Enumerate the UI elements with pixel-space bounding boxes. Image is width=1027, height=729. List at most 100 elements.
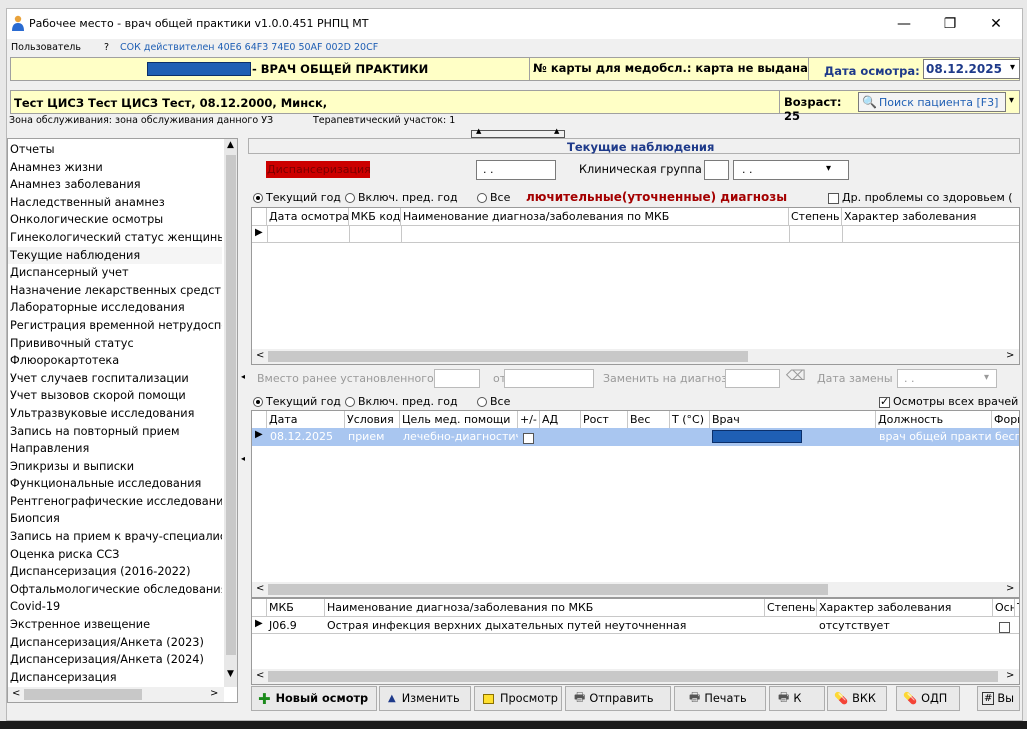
sidebar-item[interactable]: Учет вызовов скорой помощи bbox=[8, 387, 222, 405]
sidebar-item[interactable]: Гинекологический статус женщины bbox=[8, 229, 222, 247]
radio-all[interactable]: Все bbox=[477, 191, 510, 204]
col-icd-diagnosis-name[interactable]: Наименование диагноза/заболевания по МКБ bbox=[325, 599, 765, 616]
scroll-right-icon[interactable]: > bbox=[210, 688, 218, 699]
col-exam-date[interactable]: Дата осмотра bbox=[267, 208, 349, 225]
sidebar-item[interactable]: Флюорокартотека bbox=[8, 352, 222, 370]
col-form[interactable]: Форм bbox=[992, 411, 1019, 428]
other-problems-checkbox[interactable]: Др. проблемы со здоровьем ( bbox=[828, 191, 1013, 204]
col-bp[interactable]: АД bbox=[540, 411, 581, 428]
icd-hscroll-thumb[interactable] bbox=[268, 671, 998, 682]
col-care-goal[interactable]: Цель мед. помощи bbox=[400, 411, 518, 428]
col-icd[interactable]: МКБ bbox=[267, 599, 325, 616]
patient-search-button[interactable]: 🔍 Поиск пациента [F3] bbox=[858, 92, 1006, 112]
col-main[interactable]: Осн bbox=[993, 599, 1015, 616]
output-button[interactable]: # Вы bbox=[977, 686, 1020, 711]
scroll-right-icon[interactable]: > bbox=[1006, 583, 1014, 594]
sidebar-item[interactable]: Запись на повторный прием bbox=[8, 423, 222, 441]
scroll-left-icon[interactable]: < bbox=[12, 688, 20, 699]
icd-main-checkbox[interactable] bbox=[999, 621, 1010, 633]
col-conditions[interactable]: Условия bbox=[345, 411, 400, 428]
scroll-left-icon[interactable]: < bbox=[256, 350, 264, 361]
exams-hscroll-thumb[interactable] bbox=[268, 584, 828, 595]
col-temperature[interactable]: Т (°С) bbox=[670, 411, 710, 428]
scroll-left-icon[interactable]: < bbox=[256, 583, 264, 594]
sidebar-item[interactable]: Диспансеризация/Анкета (2024) bbox=[8, 651, 222, 669]
sidebar-vertical-scrollbar[interactable]: ▲ ▼ bbox=[224, 139, 237, 687]
minimize-button[interactable]: — bbox=[881, 9, 927, 39]
clinical-group-dropdown-icon[interactable]: ▾ bbox=[826, 163, 831, 174]
close-button[interactable]: ✕ bbox=[973, 9, 1019, 39]
icd-hscrollbar[interactable]: < > bbox=[252, 669, 1019, 684]
exam-radio-all[interactable]: Все bbox=[477, 395, 510, 408]
exam-radio-include-prev-year[interactable]: Включ. пред. год bbox=[345, 395, 458, 408]
col-diagnosis-name[interactable]: Наименование диагноза/заболевания по МКБ bbox=[401, 208, 789, 225]
sidebar-item[interactable]: Оценка риска ССЗ bbox=[8, 546, 222, 564]
collapse-left-icon-2[interactable]: ◂ bbox=[241, 454, 245, 463]
radio-current-year[interactable]: Текущий год bbox=[253, 191, 341, 204]
clinical-group-field[interactable] bbox=[704, 160, 729, 180]
sidebar-item[interactable]: Текущие наблюдения bbox=[8, 246, 222, 265]
col-icd-code[interactable]: МКБ код bbox=[349, 208, 401, 225]
sidebar-item[interactable]: Диспансеризация/Анкета (2023) bbox=[8, 634, 222, 652]
vkk-button[interactable]: 💊 ВКК bbox=[827, 686, 887, 711]
sidebar-item[interactable]: Диспансеризация (2016-2022) bbox=[8, 563, 222, 581]
odp-button[interactable]: 💊 ОДП bbox=[896, 686, 960, 711]
sidebar-item[interactable]: Отчеты bbox=[8, 141, 222, 159]
sidebar-item[interactable]: Лабораторные исследования bbox=[8, 299, 222, 317]
dispensary-date-field[interactable]: . . bbox=[476, 160, 556, 180]
sidebar-item[interactable]: Рентгенографические исследования bbox=[8, 493, 222, 511]
sidebar-item[interactable]: Эпикризы и выписки bbox=[8, 458, 222, 476]
help-link[interactable]: ? bbox=[104, 42, 109, 53]
sidebar-item[interactable]: Онкологические осмотры bbox=[8, 211, 222, 229]
view-button[interactable]: Просмотр bbox=[474, 686, 562, 711]
exam-plus-minus-checkbox[interactable] bbox=[523, 432, 534, 444]
scroll-right-icon[interactable]: > bbox=[1006, 670, 1014, 681]
sidebar-hscroll-thumb[interactable] bbox=[24, 689, 142, 700]
col-doctor[interactable]: Врач bbox=[710, 411, 876, 428]
sidebar-item[interactable]: Биопсия bbox=[8, 510, 222, 528]
collapse-left-icon[interactable]: ◂ bbox=[241, 372, 245, 381]
col-position[interactable]: Должность bbox=[876, 411, 992, 428]
exams-hscrollbar[interactable]: < > bbox=[252, 582, 1019, 597]
replace-date-field[interactable]: . . ▾ bbox=[897, 369, 997, 388]
radio-include-prev-year[interactable]: Включ. пред. год bbox=[345, 191, 458, 204]
diagnoses-hscrollbar[interactable]: < > bbox=[252, 349, 1019, 364]
k-button[interactable]: 🖶 К bbox=[769, 686, 825, 711]
sidebar-item[interactable]: Назначение лекарственных средств bbox=[8, 282, 222, 300]
splitter-handle[interactable]: ▲ ▲ bbox=[471, 127, 565, 138]
sidebar-horizontal-scrollbar[interactable]: < > bbox=[8, 687, 224, 702]
from-date-field[interactable] bbox=[504, 369, 594, 388]
col-plus-minus[interactable]: +/- bbox=[518, 411, 540, 428]
new-exam-button[interactable]: ✚ Новый осмотр bbox=[251, 686, 377, 711]
sidebar-item[interactable]: Анамнез заболевания bbox=[8, 176, 222, 194]
col-weight[interactable]: Вес bbox=[628, 411, 670, 428]
print-button[interactable]: 🖶 Печать bbox=[674, 686, 766, 711]
send-button[interactable]: 🖶 Отправить bbox=[565, 686, 671, 711]
sidebar-item[interactable]: Функциональные исследования bbox=[8, 475, 222, 493]
scroll-down-icon[interactable]: ▼ bbox=[227, 669, 234, 679]
clinical-group-date-field[interactable]: . . ▾ bbox=[733, 160, 849, 180]
sidebar-item[interactable]: Прививочный статус bbox=[8, 335, 222, 353]
exam-date-field[interactable]: 08.12.2025 ▾ bbox=[923, 59, 1020, 79]
search-dropdown-icon[interactable]: ▾ bbox=[1009, 95, 1014, 106]
scroll-up-icon[interactable]: ▲ bbox=[227, 140, 234, 150]
sidebar-item[interactable]: Диспансеризация bbox=[8, 669, 222, 687]
col-height[interactable]: Рост bbox=[581, 411, 628, 428]
sidebar-item[interactable]: Регистрация временной нетрудоспособности bbox=[8, 317, 222, 335]
exam-row[interactable]: ▶ 08.12.2025 прием лечебно-диагностическ… bbox=[252, 428, 1019, 446]
replace-diagnosis-field[interactable] bbox=[725, 369, 780, 388]
sidebar-scroll-thumb[interactable] bbox=[226, 155, 236, 655]
table-row[interactable]: ▶ bbox=[252, 225, 1019, 243]
sidebar-item[interactable]: Covid-19 bbox=[8, 598, 222, 616]
icd-row[interactable]: ▶ J06.9 Острая инфекция верхних дыхатель… bbox=[252, 616, 1019, 634]
sidebar-item[interactable]: Диспансерный учет bbox=[8, 264, 222, 282]
diagnoses-hscroll-thumb[interactable] bbox=[268, 351, 748, 362]
col-icd-character[interactable]: Характер заболевания bbox=[817, 599, 993, 616]
col-icd-degree[interactable]: Степень bbox=[765, 599, 817, 616]
sidebar-item[interactable]: Направления bbox=[8, 440, 222, 458]
restore-button[interactable]: ❐ bbox=[927, 9, 973, 39]
col-degree[interactable]: Степень bbox=[789, 208, 842, 225]
exam-radio-current-year[interactable]: Текущий год bbox=[253, 395, 341, 408]
col-date[interactable]: Дата bbox=[267, 411, 345, 428]
edit-button[interactable]: ▲ Изменить bbox=[379, 686, 471, 711]
